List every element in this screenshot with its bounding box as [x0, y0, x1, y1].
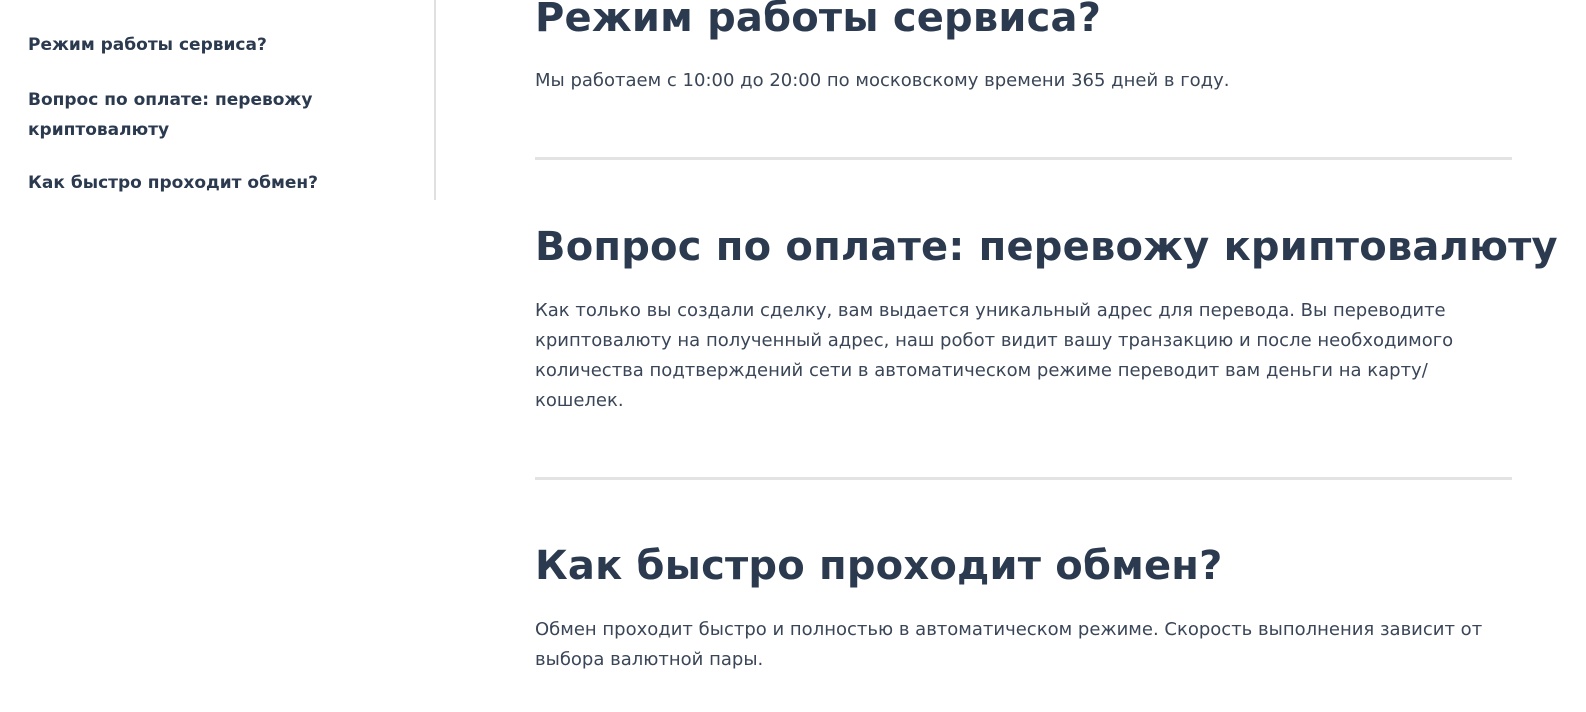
faq-section-text: Как только вы создали сделку, вам выдает…: [535, 300, 1454, 411]
faq-page: Режим работы сервиса? Вопрос по оплате: …: [0, 0, 1586, 712]
faq-section-text: Мы работаем с 10:00 до 20:00 по московск…: [535, 70, 1230, 91]
faq-nav-item-service-hours[interactable]: Режим работы сервиса?: [28, 30, 368, 60]
faq-section-title: Вопрос по оплате: перевожу криптовалюту: [535, 224, 1558, 270]
faq-sidebar-nav: Режим работы сервиса? Вопрос по оплате: …: [0, 0, 436, 200]
faq-nav-item-crypto-payment[interactable]: Вопрос по оплате: перевожу криптовалюту: [28, 85, 368, 145]
faq-nav-item-exchange-speed[interactable]: Как быстро проходит обмен?: [28, 168, 368, 198]
section-divider: [535, 477, 1512, 480]
faq-section-title: Режим работы сервиса?: [535, 0, 1102, 41]
faq-section-exchange-speed: Как быстро проходит обмен? Обмен проходи…: [535, 542, 1512, 670]
faq-section-text: Обмен проходит быстро и полностью в авто…: [535, 619, 1483, 670]
faq-section-crypto-payment: Вопрос по оплате: перевожу криптовалюту …: [535, 223, 1558, 411]
section-divider: [535, 157, 1512, 160]
faq-section-title: Как быстро проходит обмен?: [535, 543, 1223, 589]
faq-section-service-hours: Режим работы сервиса? Мы работаем с 10:0…: [535, 0, 1512, 91]
